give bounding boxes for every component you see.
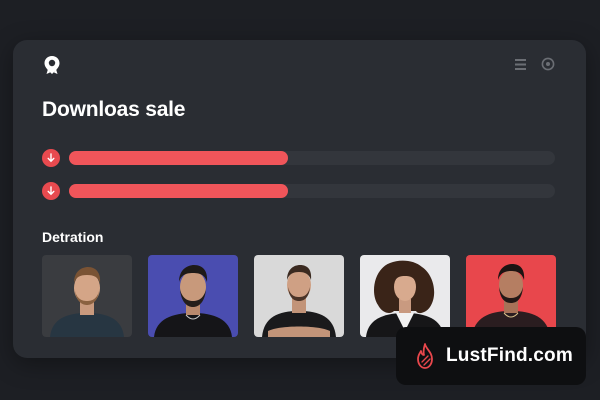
person-photo[interactable]: [42, 255, 132, 337]
watermark-text: LustFind.com: [446, 345, 573, 366]
download-row: [42, 182, 557, 200]
main-card: Downloas sale Detration: [13, 40, 586, 358]
menu-icon[interactable]: [515, 58, 526, 71]
location-pin-icon: [44, 56, 60, 74]
person-photo[interactable]: [254, 255, 344, 337]
progress-fill: [69, 151, 288, 165]
page-title: Downloas sale: [42, 98, 186, 121]
gear-icon[interactable]: [541, 57, 555, 71]
progress-track: [69, 184, 555, 198]
flame-icon: [417, 343, 433, 369]
person-photo[interactable]: [360, 255, 450, 337]
download-button[interactable]: [42, 149, 60, 167]
progress-fill: [69, 184, 288, 198]
watermark-badge: LustFind.com: [396, 327, 586, 385]
person-photo[interactable]: [148, 255, 238, 337]
download-row: [42, 149, 557, 167]
download-arrow-icon: [47, 153, 55, 163]
section-label: Detration: [42, 229, 104, 245]
download-arrow-icon: [47, 186, 55, 196]
download-button[interactable]: [42, 182, 60, 200]
person-photo[interactable]: [466, 255, 556, 337]
progress-track: [69, 151, 555, 165]
